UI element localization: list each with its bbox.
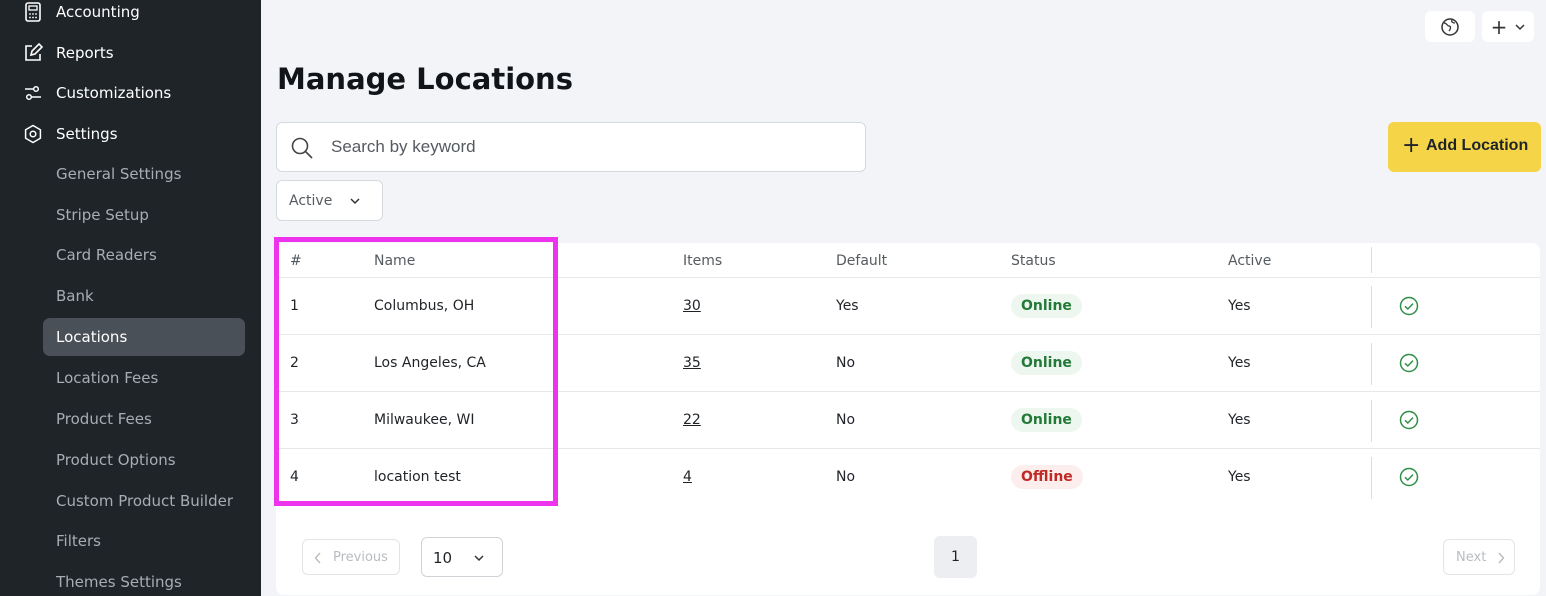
sidebar-item-stripe-setup[interactable]: Stripe Setup — [56, 206, 149, 224]
sidebar-item-customizations[interactable]: Customizations — [0, 75, 261, 111]
row-number: 4 — [290, 469, 299, 485]
sidebar-item-locations[interactable]: Locations — [43, 318, 245, 356]
status-badge: Online — [1011, 294, 1082, 318]
plus-icon: + — [1490, 14, 1508, 39]
column-separator — [1371, 343, 1372, 385]
page-size-select[interactable]: 10 — [421, 537, 503, 577]
location-name: Los Angeles, CA — [374, 355, 486, 371]
location-name: Milwaukee, WI — [374, 412, 475, 428]
row-number: 3 — [290, 412, 299, 428]
items-link[interactable]: 4 — [683, 469, 692, 485]
sidebar-item-card-readers[interactable]: Card Readers — [56, 246, 157, 264]
check-circle-icon[interactable] — [1399, 353, 1419, 373]
sidebar-item-accounting[interactable]: Accounting — [0, 0, 261, 30]
sidebar-item-settings[interactable]: Settings — [0, 116, 261, 152]
sidebar: Accounting Reports Customizations Settin… — [0, 0, 261, 596]
default-value: No — [836, 412, 856, 428]
check-circle-icon[interactable] — [1399, 296, 1419, 316]
status-badge: Offline — [1011, 465, 1083, 489]
filter-value: Active — [289, 193, 333, 209]
status-badge: Online — [1011, 408, 1082, 432]
row-divider — [276, 277, 1540, 278]
sidebar-item-bank[interactable]: Bank — [56, 287, 94, 305]
column-separator — [1371, 247, 1372, 273]
add-location-button[interactable]: + Add Location — [1388, 122, 1541, 172]
page-title: Manage Locations — [277, 62, 573, 96]
sliders-icon — [23, 83, 43, 103]
sidebar-item-label: Settings — [56, 125, 118, 143]
edit-report-icon — [23, 43, 43, 63]
globe-button[interactable] — [1425, 11, 1475, 42]
location-name: location test — [374, 469, 461, 485]
column-header-items: Items — [683, 253, 723, 269]
sidebar-item-label: Locations — [56, 328, 128, 346]
sidebar-item-reports[interactable]: Reports — [0, 35, 261, 71]
search-icon — [290, 136, 314, 164]
locations-table: # Name Items Default Status Active 1 Col… — [276, 243, 1540, 595]
column-separator — [1371, 286, 1372, 328]
column-header-status: Status — [1011, 253, 1056, 269]
globe-icon — [1441, 17, 1459, 36]
active-value: Yes — [1228, 469, 1251, 485]
sidebar-item-filters[interactable]: Filters — [56, 532, 101, 550]
next-label: Next — [1456, 550, 1487, 565]
gear-icon — [23, 124, 43, 144]
column-separator — [1371, 400, 1372, 442]
default-value: No — [836, 469, 856, 485]
sidebar-item-label: Accounting — [56, 3, 140, 21]
previous-page-button[interactable]: Previous — [302, 539, 400, 575]
chevron-down-icon — [350, 198, 360, 205]
default-value: Yes — [836, 298, 859, 314]
column-separator — [1371, 457, 1372, 499]
sidebar-item-product-fees[interactable]: Product Fees — [56, 410, 152, 428]
next-page-button[interactable]: Next — [1443, 539, 1515, 575]
items-link[interactable]: 35 — [683, 355, 701, 371]
plus-icon: + — [1402, 133, 1421, 158]
active-value: Yes — [1228, 412, 1251, 428]
add-location-label: Add Location — [1426, 137, 1529, 154]
chevron-right-icon — [1498, 552, 1505, 564]
page-number-button[interactable]: 1 — [934, 536, 977, 578]
sidebar-item-product-options[interactable]: Product Options — [56, 451, 176, 469]
row-divider — [276, 391, 1540, 392]
sidebar-item-themes-settings[interactable]: Themes Settings — [56, 573, 182, 591]
sidebar-item-custom-product-builder[interactable]: Custom Product Builder — [56, 492, 233, 510]
check-circle-icon[interactable] — [1399, 467, 1419, 487]
row-number: 2 — [290, 355, 299, 371]
status-badge: Online — [1011, 351, 1082, 375]
column-header-active: Active — [1228, 253, 1272, 269]
column-header-name: Name — [374, 253, 416, 269]
sidebar-item-label: Reports — [56, 44, 114, 62]
row-number: 1 — [290, 298, 299, 314]
sidebar-item-general-settings[interactable]: General Settings — [56, 165, 181, 183]
active-value: Yes — [1228, 298, 1251, 314]
sidebar-item-location-fees[interactable]: Location Fees — [56, 369, 158, 387]
chevron-down-icon — [1515, 23, 1525, 30]
row-divider — [276, 334, 1540, 335]
chevron-left-icon — [314, 552, 321, 564]
items-link[interactable]: 22 — [683, 412, 701, 428]
previous-label: Previous — [333, 550, 388, 565]
calculator-icon — [23, 2, 43, 22]
search-box — [276, 122, 866, 172]
column-header-default: Default — [836, 253, 888, 269]
search-input[interactable] — [331, 135, 851, 159]
status-filter-select[interactable]: Active — [276, 180, 383, 221]
default-value: No — [836, 355, 856, 371]
check-circle-icon[interactable] — [1399, 410, 1419, 430]
page-size-value: 10 — [433, 549, 453, 567]
row-divider — [276, 448, 1540, 449]
chevron-down-icon — [474, 555, 484, 562]
active-value: Yes — [1228, 355, 1251, 371]
column-header-number: # — [290, 253, 302, 269]
add-menu-button[interactable]: + — [1482, 11, 1534, 42]
location-name: Columbus, OH — [374, 298, 475, 314]
sidebar-item-label: Customizations — [56, 84, 172, 102]
items-link[interactable]: 30 — [683, 298, 701, 314]
